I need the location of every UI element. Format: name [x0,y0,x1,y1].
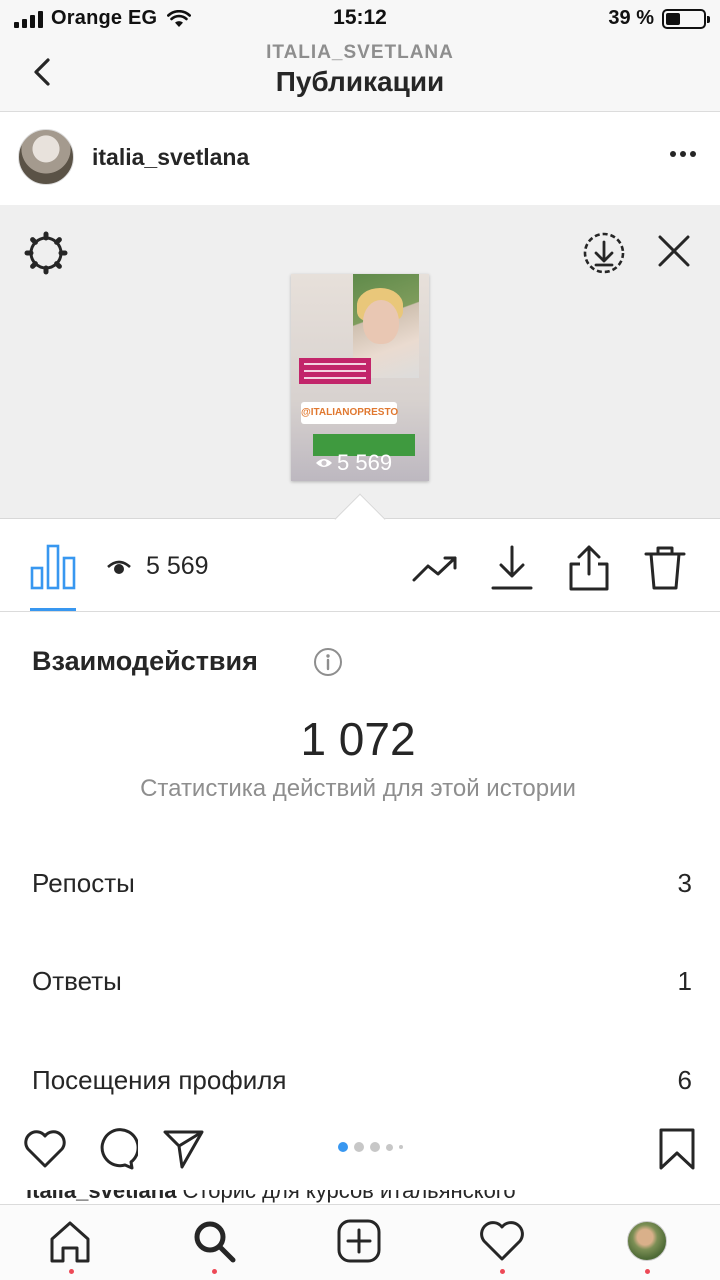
page-title: Публикации [275,66,445,97]
interactions-total: 1 072 [300,713,416,765]
story-views: 5 569 [315,450,392,476]
story-preview-area: @ITALIANOPRESTO 5 569 [0,205,720,545]
gear-icon[interactable] [22,229,70,277]
viewers-button[interactable]: 5 569 [106,552,209,581]
active-tab-indicator [30,608,76,611]
download-icon[interactable] [488,544,536,592]
bottom-tab-bar [0,1204,720,1280]
send-icon[interactable] [160,1126,206,1172]
eye-icon [107,560,131,574]
metric-row-replies: Ответы 1 [32,966,692,1006]
comment-icon[interactable] [92,1126,138,1172]
nav-header: ITALIA_SVETLANA Публикации [0,36,720,112]
eye-icon [316,459,332,467]
download-circle-icon[interactable] [580,229,628,277]
post-action-row [0,1122,720,1178]
add-post-icon[interactable] [335,1217,383,1265]
share-icon[interactable] [565,544,613,592]
metric-value: 3 [677,868,692,898]
metric-label: Посещения профиля [32,1065,287,1095]
post-caption: italia_svetlana Сторис для курсов италья… [26,1190,720,1204]
page-subtitle: ITALIA_SVETLANA [266,42,454,63]
story-toolbar: 5 569 [0,520,720,612]
battery-fill [666,12,681,25]
close-icon[interactable] [652,229,696,273]
notification-dot [645,1269,650,1274]
heart-icon[interactable] [22,1126,68,1172]
interactions-title: Взаимодействия [32,646,258,676]
trash-icon[interactable] [641,544,689,592]
search-icon[interactable] [190,1217,238,1265]
notification-dot [69,1269,74,1274]
story-views-count: 5 569 [337,450,393,475]
info-icon[interactable] [313,647,343,677]
bookmark-icon[interactable] [654,1126,700,1172]
notification-dot [500,1269,505,1274]
battery-icon [662,8,710,29]
metric-label: Репосты [32,868,135,898]
metric-label: Ответы [32,966,122,996]
metric-row-reposts: Репосты 3 [32,868,692,908]
caption-username[interactable]: italia_svetlana [26,1190,176,1203]
story-text-sticker [299,358,371,384]
bar-chart-icon[interactable] [30,542,76,590]
home-icon[interactable] [46,1217,94,1265]
carousel-indicator [338,1142,403,1152]
avatar[interactable] [18,129,74,185]
metric-row-profile-visits: Посещения профиля 6 [32,1065,692,1105]
story-thumbnail[interactable]: @ITALIANOPRESTO 5 569 [291,274,429,481]
trending-up-icon[interactable] [411,544,459,592]
metric-value: 1 [677,966,692,996]
battery-percent: 39 % [608,7,654,29]
post-username[interactable]: italia_svetlana [92,144,249,171]
post-header: italia_svetlana [0,113,720,205]
avatar[interactable] [627,1221,667,1261]
story-mention-tag: @ITALIANOPRESTO [301,402,398,424]
status-bar: Orange EG 15:12 39 % [0,0,720,36]
status-right: 39 % [608,7,710,30]
viewers-count: 5 569 [146,552,209,580]
interactions-caption: Статистика действий для этой истории [140,775,576,802]
heart-icon[interactable] [478,1217,526,1265]
more-horizontal-icon[interactable] [670,151,696,157]
caption-text: Сторис для курсов итальянского [176,1190,516,1203]
metric-value: 6 [677,1065,692,1095]
notification-dot [212,1269,217,1274]
